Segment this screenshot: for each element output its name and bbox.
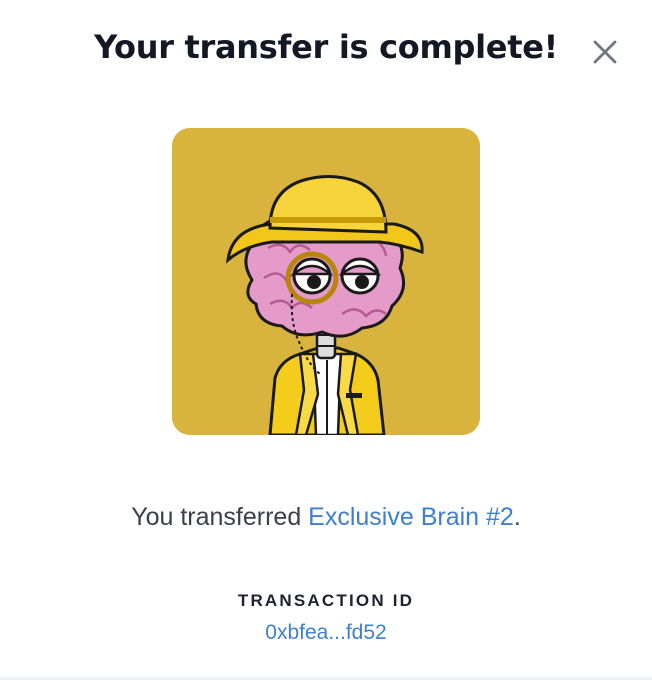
- transfer-message: You transferred Exclusive Brain #2.: [0, 503, 652, 532]
- brain-character-illustration: [172, 128, 480, 435]
- close-icon[interactable]: [590, 37, 620, 67]
- transaction-id-link[interactable]: 0xbfea...fd52: [0, 621, 652, 645]
- transaction-id-label: TRANSACTION ID: [237, 591, 415, 610]
- nft-image: [172, 128, 480, 435]
- bottom-edge: [0, 674, 652, 680]
- message-suffix: .: [513, 503, 521, 531]
- close-icon-glyph: [593, 40, 617, 64]
- nft-name-link[interactable]: Exclusive Brain #2: [308, 503, 514, 531]
- message-prefix: You transferred: [131, 503, 309, 531]
- transfer-complete-dialog: Your transfer is complete! You transferr…: [0, 0, 652, 680]
- dialog-title: Your transfer is complete!: [94, 28, 558, 66]
